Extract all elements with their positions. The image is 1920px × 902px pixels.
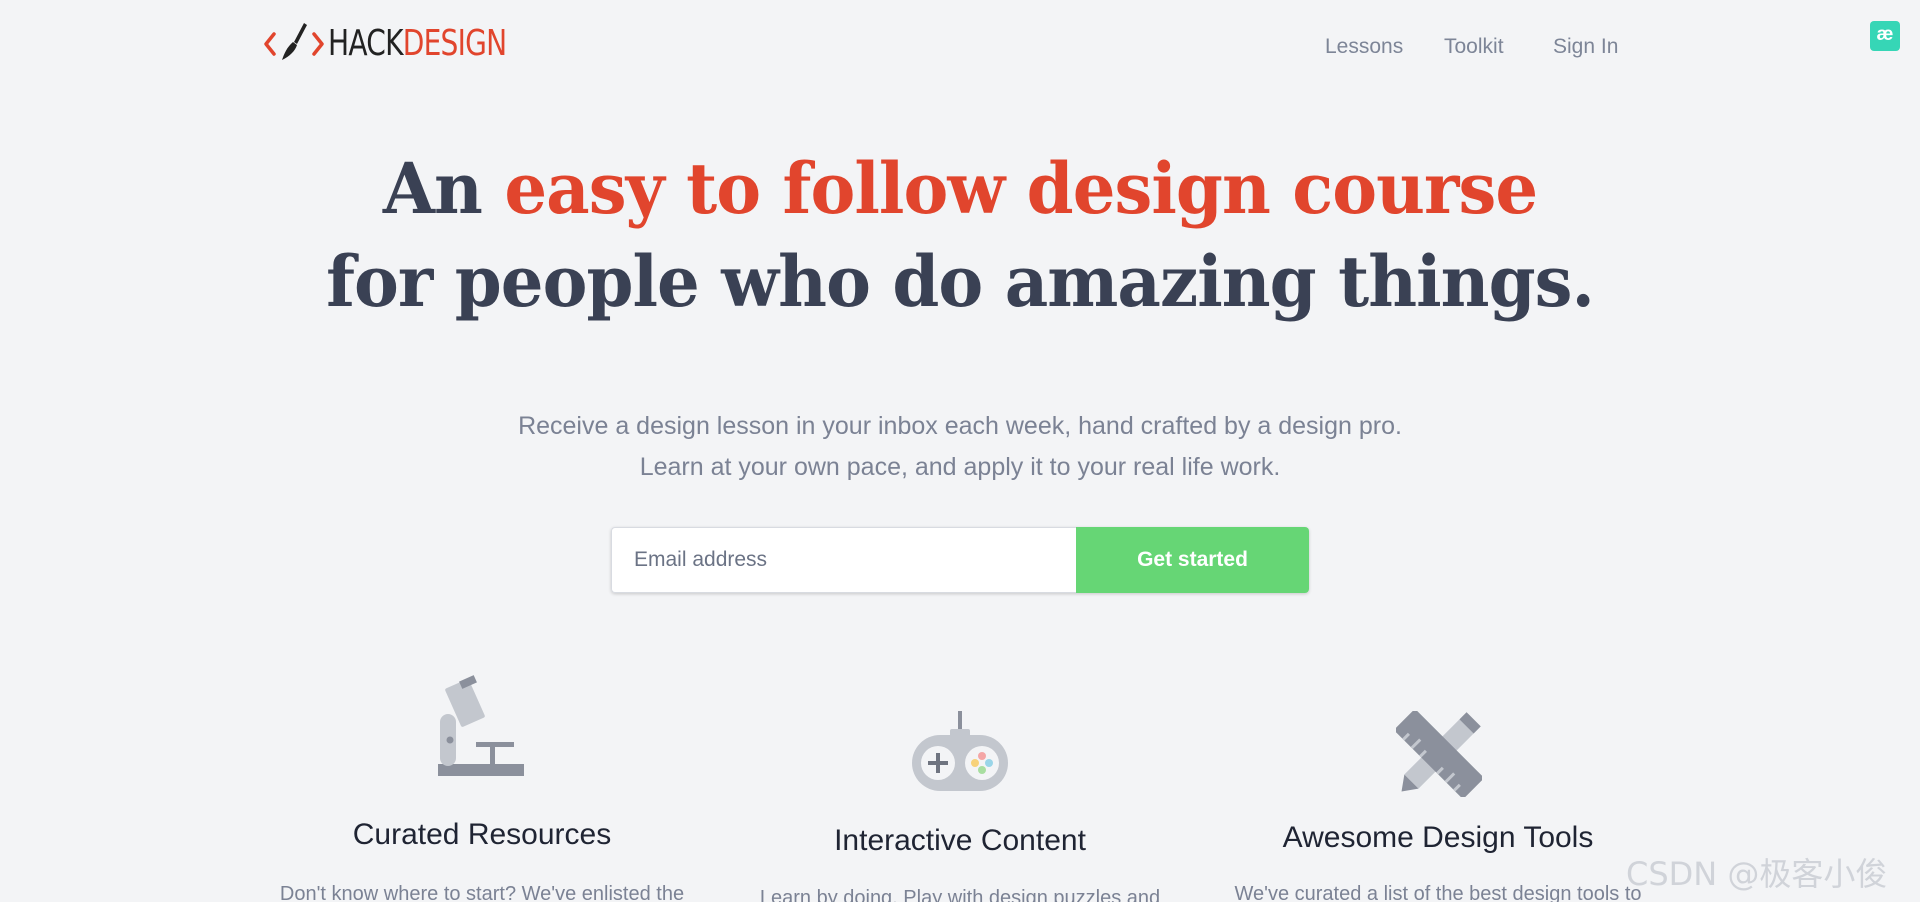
subtitle-line-2: Learn at your own pace, and apply it to … <box>639 453 1281 481</box>
pencil-ruler-icon <box>1396 711 1482 797</box>
gamepad-icon <box>912 711 1008 791</box>
email-input[interactable] <box>611 527 1076 593</box>
nav-lessons[interactable]: Lessons <box>1325 33 1403 61</box>
microscope-icon <box>438 675 524 776</box>
csdn-watermark: CSDN @极客小俊 <box>1626 855 1888 893</box>
signup-form: Get started <box>611 527 1309 593</box>
brush-code-icon <box>264 23 324 60</box>
page: HACKDESIGN Lessons Toolkit Sign In æ An … <box>0 0 1920 902</box>
headline-line-2: for people who do amazing things. <box>326 240 1595 323</box>
feature-text: Learn by doing. Play with design puzzles… <box>759 887 1161 902</box>
hero-headline: An easy to follow design course for peop… <box>38 142 1881 328</box>
feature-title: Awesome Design Tools <box>1282 821 1594 854</box>
headline-accent: easy to follow design course <box>504 147 1538 230</box>
feature-text: Don't know where to start? We've enliste… <box>279 883 685 902</box>
feature-title: Curated Resources <box>352 818 612 851</box>
get-started-button[interactable]: Get started <box>1076 527 1309 593</box>
extension-badge-icon[interactable]: æ <box>1870 21 1900 51</box>
logo-text-hack: HACK <box>328 23 404 64</box>
logo-text-design: DESIGN <box>402 23 507 64</box>
headline-prefix: An <box>382 147 505 230</box>
hero-subtitle: Receive a design lesson in your inbox ea… <box>0 406 1920 488</box>
nav-sign-in[interactable]: Sign In <box>1553 33 1618 61</box>
feature-text: We've curated a list of the best design … <box>1234 883 1642 902</box>
nav-toolkit[interactable]: Toolkit <box>1444 33 1504 61</box>
subtitle-line-1: Receive a design lesson in your inbox ea… <box>518 412 1402 440</box>
hackdesign-logo[interactable]: HACKDESIGN <box>264 20 557 68</box>
feature-title: Interactive Content <box>834 824 1086 857</box>
